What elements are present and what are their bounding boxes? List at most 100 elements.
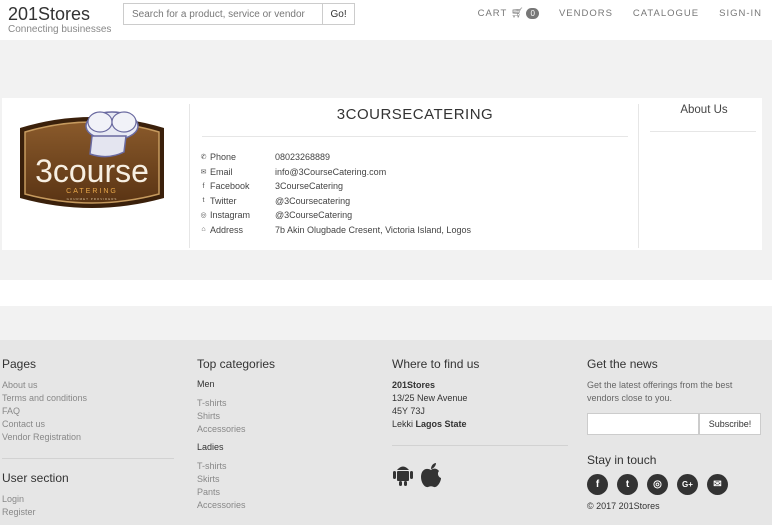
home-icon: ⌂ — [201, 226, 206, 234]
footer-stay-title: Stay in touch — [587, 453, 657, 467]
brand-name[interactable]: 201Stores — [8, 4, 111, 24]
nav-cart[interactable]: CART 🛒︎ 0 — [478, 8, 539, 19]
nav-cart-label: CART — [477, 8, 508, 19]
logo-main-text: 3course — [35, 153, 149, 189]
contact-label-phone: Phone — [210, 152, 237, 163]
main-nav: CART 🛒︎ 0 VENDORS CATALOGUE SIGN-IN — [478, 8, 762, 19]
address-state: Lagos State — [415, 419, 467, 429]
copyright: © 2017 201Stores — [587, 501, 660, 511]
contact-label-email: Email — [210, 166, 233, 177]
contact-value-phone[interactable]: 08023268889 — [275, 152, 330, 162]
footer-link-faq[interactable]: FAQ — [2, 405, 174, 418]
footer-pages-divider — [2, 458, 174, 459]
search-input[interactable] — [123, 3, 323, 25]
footer-categories-title: Top categories — [197, 357, 276, 371]
footer-news-text: Get the latest offerings from the best v… — [587, 380, 733, 403]
address-block: 201Stores 13/25 New Avenue 45Y 73J Lekki… — [392, 379, 568, 431]
contact-value-address: 7b Akin Olugbade Cresent, Victoria Islan… — [275, 224, 471, 235]
subscribe-button[interactable]: Subscribe! — [699, 413, 761, 435]
footer-categories: Top categories Men T-shirts Shirts Acces… — [197, 357, 369, 512]
twitter-icon[interactable]: t — [617, 474, 638, 495]
android-icon[interactable] — [392, 463, 414, 487]
subscribe-email-input[interactable] — [587, 413, 699, 435]
brand[interactable]: 201Stores Connecting businesses — [8, 4, 111, 36]
men-item-shirts[interactable]: Shirts — [197, 410, 369, 423]
contact-value-twitter[interactable]: @3Coursecatering — [275, 196, 350, 206]
contact-value-facebook[interactable]: 3CourseCatering — [275, 181, 343, 191]
men-item-tshirts[interactable]: T-shirts — [197, 397, 369, 410]
vendor-logo: 3course CATERING GOURMET PROVIDERS — [20, 111, 164, 208]
subscribe-form: Subscribe! — [587, 413, 767, 435]
address-company: 201Stores — [392, 380, 436, 390]
footer-news: Get the news Get the latest offerings fr… — [587, 357, 767, 511]
nav-vendors[interactable]: VENDORS — [559, 8, 613, 19]
contact-list: ✆ Phone 08023268889 ✉ Email info@3CourseCa… — [200, 150, 471, 237]
contact-label-instagram: Instagram — [210, 210, 251, 221]
ladies-item-skirts[interactable]: Skirts — [197, 473, 369, 486]
apple-icon[interactable] — [420, 462, 442, 488]
nav-catalogue[interactable]: CATALOGUE — [633, 8, 699, 19]
footer-pages: Pages About us Terms and conditions FAQ … — [2, 357, 174, 519]
address-line1: 13/25 New Avenue — [392, 393, 468, 403]
footer: Pages About us Terms and conditions FAQ … — [0, 340, 772, 525]
cart-count-badge: 0 — [526, 8, 539, 19]
footer-link-vendor-registration[interactable]: Vendor Registration — [2, 431, 174, 444]
google-plus-icon[interactable]: G+ — [677, 474, 698, 495]
about-us-heading: About Us — [680, 104, 728, 116]
header: 201Stores Connecting businesses Go! CART… — [0, 0, 772, 40]
contact-row-phone: ✆ Phone 08023268889 — [200, 150, 471, 165]
envelope-icon: ✉ — [200, 168, 207, 176]
category-men-title: Men — [197, 379, 215, 389]
facebook-icon[interactable]: f — [587, 474, 608, 495]
facebook-icon: f — [202, 182, 205, 190]
footer-link-register[interactable]: Register — [2, 506, 174, 519]
content-strip — [0, 280, 772, 306]
search-bar: Go! — [123, 3, 355, 25]
footer-news-title: Get the news — [587, 357, 658, 371]
search-button[interactable]: Go! — [322, 3, 355, 25]
logo-tiny-text: GOURMET PROVIDERS — [67, 197, 118, 201]
footer-link-contact[interactable]: Contact us — [2, 418, 174, 431]
address-city: Lekki — [392, 419, 414, 429]
contact-value-email[interactable]: info@3CourseCatering.com — [275, 167, 386, 177]
nav-signin[interactable]: SIGN-IN — [719, 8, 762, 19]
footer-location: Where to find us 201Stores 13/25 New Ave… — [392, 357, 568, 488]
vendor-name: 3COURSECATERING — [336, 106, 494, 123]
men-item-accessories[interactable]: Accessories — [197, 423, 369, 436]
footer-pages-title: Pages — [2, 357, 37, 371]
contact-label-address: Address — [210, 224, 244, 235]
card-divider-right — [638, 104, 639, 248]
contact-row-facebook: f Facebook 3CourseCatering — [200, 179, 471, 194]
contact-value-instagram[interactable]: @3CourseCatering — [275, 210, 352, 220]
envelope-icon[interactable]: ✉ — [707, 474, 728, 495]
instagram-icon: ◎ — [200, 212, 207, 220]
footer-location-title: Where to find us — [392, 357, 480, 371]
footer-link-about[interactable]: About us — [2, 379, 174, 392]
address-line2: 45Y 73J — [392, 406, 425, 416]
contact-label-facebook: Facebook — [210, 181, 250, 192]
cart-icon: 🛒︎ — [510, 8, 525, 19]
contact-row-address: ⌂ Address 7b Akin Olugbade Cresent, Victo… — [200, 223, 471, 238]
category-ladies-title: Ladies — [197, 442, 224, 452]
footer-user-title: User section — [2, 471, 69, 485]
twitter-icon: t — [202, 197, 205, 205]
app-store-icons — [392, 462, 568, 488]
footer-location-divider — [392, 445, 568, 446]
card-divider-left — [189, 104, 190, 248]
footer-link-login[interactable]: Login — [2, 493, 174, 506]
ladies-item-tshirts[interactable]: T-shirts — [197, 460, 369, 473]
ladies-item-accessories[interactable]: Accessories — [197, 499, 369, 512]
contact-row-twitter: t Twitter @3Coursecatering — [200, 194, 471, 209]
contact-row-email: ✉ Email info@3CourseCatering.com — [200, 165, 471, 180]
contact-row-instagram: ◎ Instagram @3CourseCatering — [200, 208, 471, 223]
phone-icon: ✆ — [200, 154, 207, 162]
brand-tagline: Connecting businesses — [8, 24, 112, 35]
logo-sub-text: CATERING — [66, 188, 118, 195]
social-icons: f t ◎ G+ ✉ — [587, 474, 767, 495]
about-divider — [650, 131, 756, 132]
vendor-card: 3course CATERING GOURMET PROVIDERS 3COUR… — [2, 98, 762, 250]
ladies-item-pants[interactable]: Pants — [197, 486, 369, 499]
footer-link-terms[interactable]: Terms and conditions — [2, 392, 174, 405]
instagram-icon[interactable]: ◎ — [647, 474, 668, 495]
title-divider — [202, 136, 628, 137]
